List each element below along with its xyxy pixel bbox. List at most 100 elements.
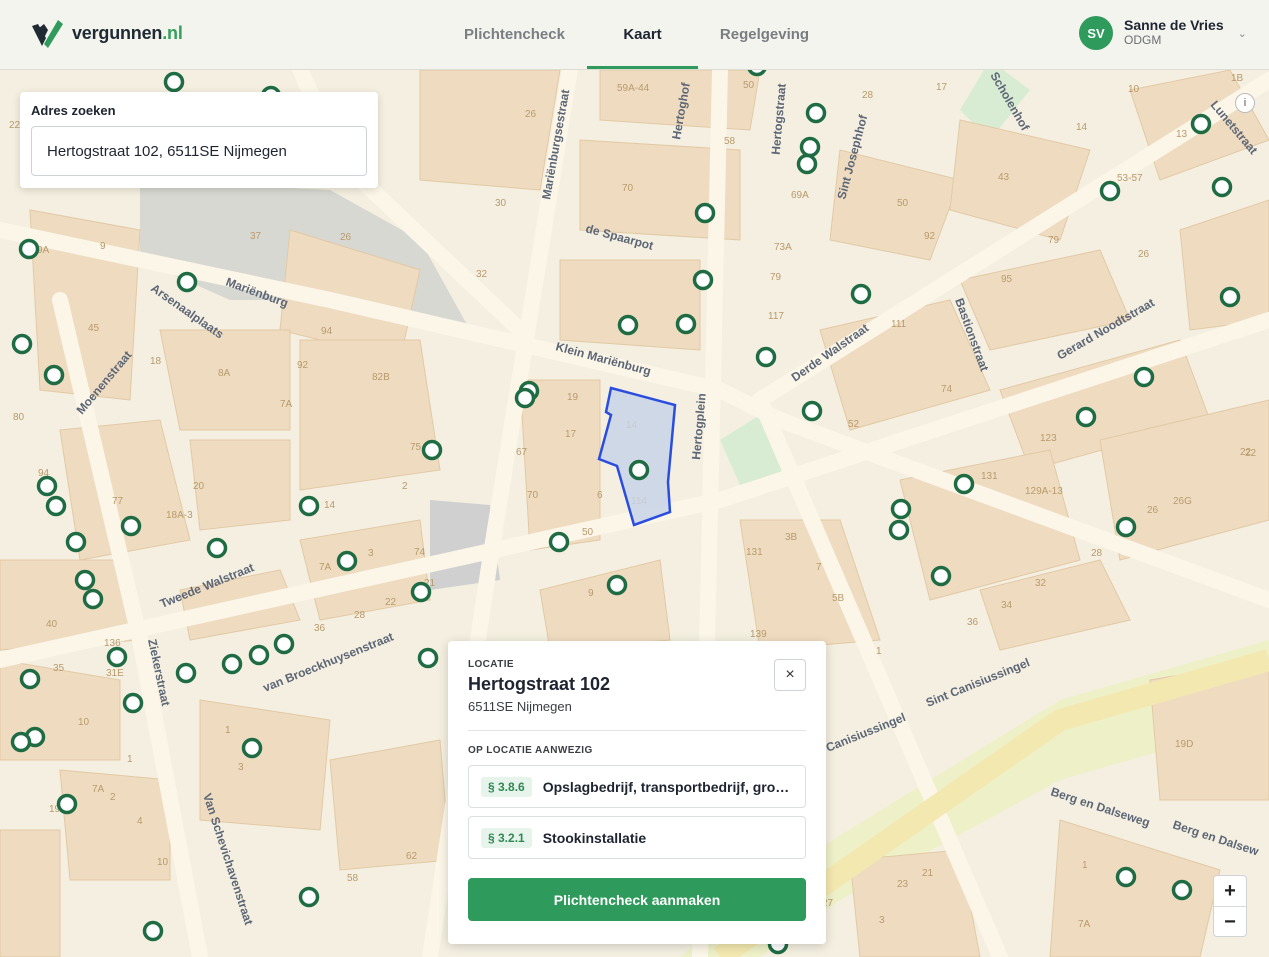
house-number-label: 131 bbox=[981, 471, 998, 482]
location-marker[interactable] bbox=[142, 920, 164, 942]
location-marker[interactable] bbox=[1133, 366, 1155, 388]
close-button[interactable]: × bbox=[774, 659, 806, 691]
house-number-label: 19D bbox=[1175, 739, 1193, 750]
house-number-label: 14 bbox=[324, 500, 336, 511]
location-marker[interactable] bbox=[176, 271, 198, 293]
location-marker[interactable] bbox=[410, 581, 432, 603]
location-marker[interactable] bbox=[273, 633, 295, 655]
location-marker[interactable] bbox=[1171, 879, 1193, 901]
create-plichtencheck-button[interactable]: Plichtencheck aanmaken bbox=[468, 878, 806, 921]
house-number-label: 1 bbox=[225, 725, 231, 736]
user-organisation: ODGM bbox=[1124, 33, 1162, 47]
tab-plichtencheck[interactable]: Plichtencheck bbox=[448, 0, 581, 69]
location-marker[interactable] bbox=[11, 333, 33, 355]
location-marker[interactable] bbox=[1115, 866, 1137, 888]
location-marker[interactable] bbox=[628, 459, 650, 481]
location-marker[interactable] bbox=[36, 475, 58, 497]
location-marker[interactable] bbox=[606, 574, 628, 596]
house-number-label: 58 bbox=[347, 873, 359, 884]
user-menu[interactable]: SV Sanne de Vries ODGM ⌄ bbox=[1079, 16, 1247, 50]
house-number-label: 1 bbox=[876, 646, 882, 657]
location-marker[interactable] bbox=[106, 646, 128, 668]
location-marker[interactable] bbox=[206, 537, 228, 559]
logo[interactable]: vergunnen.nl bbox=[30, 18, 183, 48]
house-number-label: 10 bbox=[78, 717, 90, 728]
location-marker[interactable] bbox=[1211, 176, 1233, 198]
activity-item[interactable]: § 3.8.6 Opslagbedrijf, transportbedrijf,… bbox=[468, 765, 806, 808]
search-label: Adres zoeken bbox=[31, 103, 116, 118]
location-marker[interactable] bbox=[796, 153, 818, 175]
location-marker[interactable] bbox=[122, 692, 144, 714]
location-marker[interactable] bbox=[82, 588, 104, 610]
location-marker[interactable] bbox=[298, 495, 320, 517]
location-marker[interactable] bbox=[74, 569, 96, 591]
location-marker[interactable] bbox=[45, 495, 67, 517]
house-number-label: 28 bbox=[354, 610, 366, 621]
house-number-label: 3B bbox=[785, 532, 798, 543]
house-number-label: 43 bbox=[998, 172, 1010, 183]
house-number-label: 26 bbox=[1138, 249, 1150, 260]
location-marker[interactable] bbox=[890, 498, 912, 520]
activity-item[interactable]: § 3.2.1 Stookinstallatie bbox=[468, 816, 806, 859]
house-number-label: 7A bbox=[92, 784, 105, 795]
location-marker[interactable] bbox=[1219, 286, 1241, 308]
zoom-in-button[interactable]: + bbox=[1214, 876, 1246, 907]
location-marker[interactable] bbox=[298, 886, 320, 908]
popup-subtitle: 6511SE Nijmegen bbox=[468, 699, 572, 714]
location-marker[interactable] bbox=[850, 283, 872, 305]
location-marker[interactable] bbox=[617, 314, 639, 336]
location-marker[interactable] bbox=[1075, 406, 1097, 428]
location-marker[interactable] bbox=[248, 644, 270, 666]
house-number-label: 26 bbox=[525, 109, 537, 120]
location-marker[interactable] bbox=[755, 346, 777, 368]
address-search-input[interactable] bbox=[31, 126, 367, 176]
location-marker[interactable] bbox=[692, 269, 714, 291]
house-number-label: 21 bbox=[922, 868, 934, 879]
location-marker[interactable] bbox=[221, 653, 243, 675]
house-number-label: 26G bbox=[1173, 496, 1192, 507]
house-number-label: 74 bbox=[414, 547, 426, 558]
house-number-label: 28 bbox=[1091, 548, 1103, 559]
location-marker[interactable] bbox=[799, 136, 821, 158]
location-marker[interactable] bbox=[805, 102, 827, 124]
tab-kaart[interactable]: Kaart bbox=[587, 0, 698, 69]
location-marker[interactable] bbox=[43, 364, 65, 386]
location-marker[interactable] bbox=[694, 202, 716, 224]
location-marker[interactable] bbox=[417, 647, 439, 669]
house-number-label: 59A-44 bbox=[617, 83, 650, 94]
house-number-label: 5B bbox=[832, 593, 845, 604]
location-marker[interactable] bbox=[10, 731, 32, 753]
house-number-label: 77 bbox=[112, 496, 124, 507]
house-number-label: 13 bbox=[1176, 129, 1188, 140]
location-marker[interactable] bbox=[801, 400, 823, 422]
location-marker[interactable] bbox=[548, 531, 570, 553]
location-marker[interactable] bbox=[1115, 516, 1137, 538]
location-marker[interactable] bbox=[1099, 180, 1121, 202]
top-navigation-bar: vergunnen.nl Plichtencheck Kaart Regelge… bbox=[0, 0, 1269, 70]
location-marker[interactable] bbox=[1190, 113, 1212, 135]
house-number-label: 17 bbox=[936, 82, 948, 93]
location-marker[interactable] bbox=[930, 565, 952, 587]
location-marker[interactable] bbox=[241, 737, 263, 759]
location-marker[interactable] bbox=[675, 313, 697, 335]
location-marker[interactable] bbox=[421, 439, 443, 461]
location-marker[interactable] bbox=[18, 238, 40, 260]
zoom-out-button[interactable]: − bbox=[1214, 907, 1246, 937]
location-marker[interactable] bbox=[888, 519, 910, 541]
location-marker[interactable] bbox=[65, 531, 87, 553]
chevron-down-icon: ⌄ bbox=[1237, 27, 1247, 40]
house-number-label: 94 bbox=[321, 326, 333, 337]
house-number-label: 80 bbox=[13, 412, 25, 423]
location-marker[interactable] bbox=[953, 473, 975, 495]
location-marker[interactable] bbox=[120, 515, 142, 537]
location-marker[interactable] bbox=[175, 662, 197, 684]
location-marker[interactable] bbox=[56, 793, 78, 815]
info-icon[interactable]: i bbox=[1235, 93, 1255, 113]
location-marker[interactable] bbox=[514, 387, 536, 409]
location-marker[interactable] bbox=[163, 71, 185, 93]
house-number-label: 7 bbox=[816, 562, 822, 573]
location-marker[interactable] bbox=[336, 550, 358, 572]
location-marker[interactable] bbox=[19, 668, 41, 690]
tab-regelgeving[interactable]: Regelgeving bbox=[698, 0, 831, 69]
house-number-label: 50 bbox=[743, 80, 755, 91]
